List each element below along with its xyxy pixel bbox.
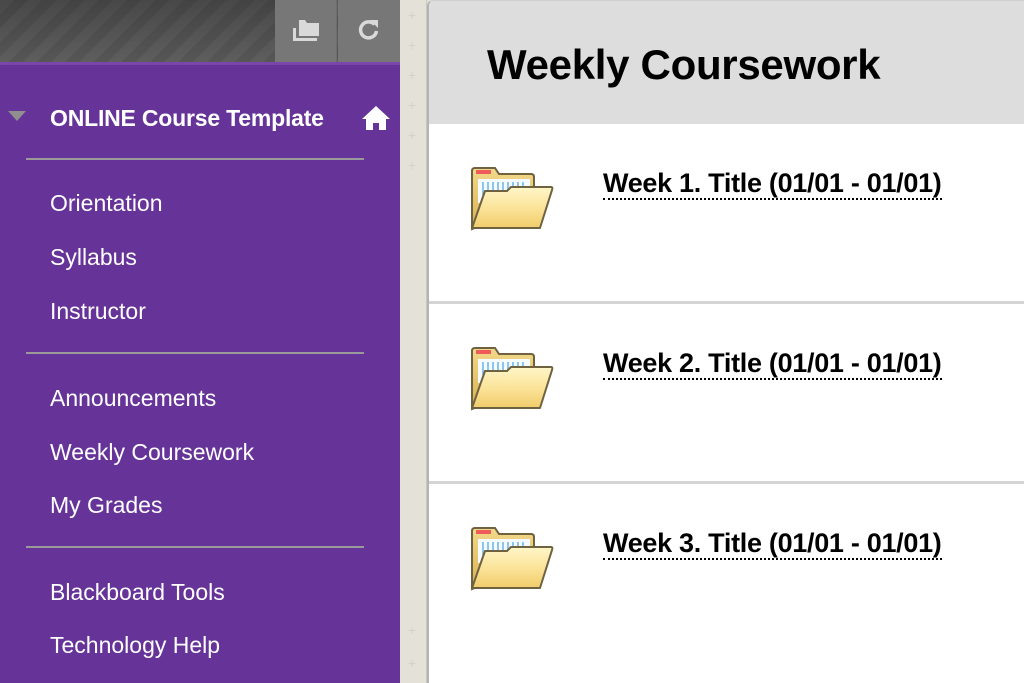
sidebar-item-syllabus[interactable]: Syllabus xyxy=(50,244,137,271)
sidebar-resize-handle[interactable]: + + + + + + + + xyxy=(400,0,427,683)
sidebar-item-orientation[interactable]: Orientation xyxy=(50,190,163,217)
sidebar-item-my-grades[interactable]: My Grades xyxy=(50,492,162,519)
sidebar-item-announcements[interactable]: Announcements xyxy=(50,385,216,412)
week-3-link[interactable]: Week 3. Title (01/01 - 01/01) xyxy=(603,528,942,560)
home-icon[interactable] xyxy=(361,105,391,136)
sidebar-item-weekly-coursework[interactable]: Weekly Coursework xyxy=(50,439,254,466)
sidebar-toolbar xyxy=(0,0,400,62)
triangle-down-icon[interactable] xyxy=(8,111,26,121)
refresh-button[interactable] xyxy=(338,0,400,62)
folder-icon xyxy=(469,344,555,417)
week-2-link[interactable]: Week 2. Title (01/01 - 01/01) xyxy=(603,348,942,380)
course-title[interactable]: ONLINE Course Template xyxy=(50,105,324,132)
refresh-icon xyxy=(357,17,381,46)
course-header: ONLINE Course Template xyxy=(0,95,400,139)
content-item: Week 1. Title (01/01 - 01/01) xyxy=(429,124,1024,304)
sidebar-item-instructor[interactable]: Instructor xyxy=(50,298,146,325)
content-item: Week 2. Title (01/01 - 01/01) xyxy=(429,304,1024,484)
content-item: Week 3. Title (01/01 - 01/01) xyxy=(429,484,1024,683)
page-header: Weekly Coursework xyxy=(429,1,1024,124)
sidebar-item-blackboard-tools[interactable]: Blackboard Tools xyxy=(50,579,225,606)
course-menu-sidebar: ONLINE Course Template Orientation Sylla… xyxy=(0,0,400,683)
folder-view-button[interactable] xyxy=(275,0,337,62)
folder-view-icon xyxy=(291,16,321,47)
content-area: Weekly Coursework Week 1. Title (01/01 -… xyxy=(427,0,1024,683)
menu-divider xyxy=(26,352,364,354)
sidebar-item-technology-help[interactable]: Technology Help xyxy=(50,632,220,659)
page-title: Weekly Coursework xyxy=(487,41,881,88)
week-1-link[interactable]: Week 1. Title (01/01 - 01/01) xyxy=(603,168,942,200)
menu-divider xyxy=(26,158,364,160)
menu-divider xyxy=(26,546,364,548)
folder-icon xyxy=(469,524,555,597)
folder-icon xyxy=(469,164,555,237)
